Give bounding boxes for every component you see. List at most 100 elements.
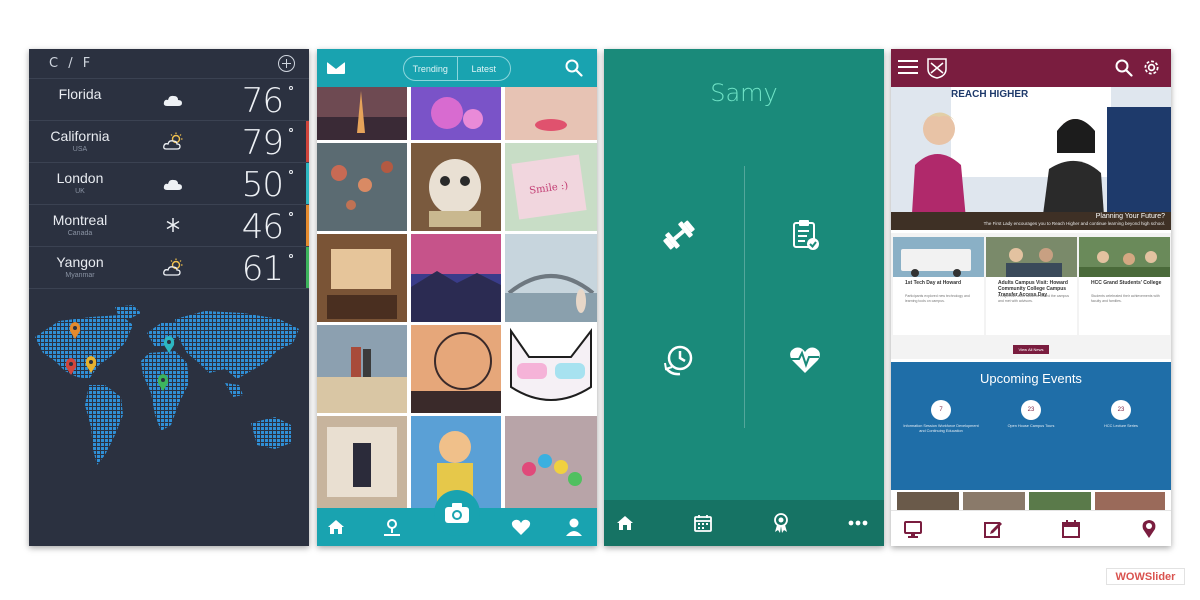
- city-name: Montreal: [52, 212, 108, 228]
- view-all-news-button[interactable]: View All News: [1013, 345, 1049, 354]
- gear-icon[interactable]: [1142, 58, 1161, 77]
- location-icon[interactable]: [1139, 519, 1159, 539]
- photo-tile[interactable]: [411, 143, 501, 231]
- gallery-topbar: Trending Latest: [317, 49, 597, 87]
- news-text: Students celebrated their achievements w…: [1091, 294, 1160, 303]
- calendar-icon[interactable]: [1061, 519, 1081, 539]
- photo-tile[interactable]: [411, 87, 501, 140]
- upcoming-events: Upcoming Events 7 Information Session Wo…: [891, 362, 1171, 525]
- news-photo: [1079, 237, 1170, 277]
- city-temperature: 79: [241, 123, 284, 163]
- city-accent-bar: [306, 163, 309, 204]
- edit-icon[interactable]: [983, 519, 1003, 539]
- calendar-icon[interactable]: [692, 512, 714, 534]
- photo-gallery-screen: Trending Latest Smile :): [317, 49, 597, 546]
- home-icon[interactable]: [325, 516, 347, 538]
- city-accent-bar: [306, 205, 309, 246]
- photo-tile[interactable]: [505, 416, 597, 508]
- tab-trending[interactable]: Trending: [404, 57, 457, 80]
- photo-tile[interactable]: [317, 143, 407, 231]
- map-pin-icon[interactable]: [163, 336, 175, 353]
- city-country: Canada: [67, 230, 93, 237]
- photo-grid: Smile :): [317, 87, 597, 508]
- photo-strip: [891, 490, 1171, 510]
- add-city-icon[interactable]: [278, 55, 295, 72]
- tab-latest[interactable]: Latest: [456, 57, 511, 80]
- city-accent-bar: [306, 121, 309, 162]
- history-clock-icon[interactable]: [661, 341, 697, 377]
- weather-app-screen: C / F Florida 76 California USA 79 London UK 50…: [29, 49, 309, 546]
- event-date: 23: [1111, 400, 1131, 420]
- news-card[interactable]: Adults Campus Visit: Howard Community Co…: [986, 237, 1077, 335]
- watermark-logo: WOWSlider: [1106, 568, 1185, 585]
- weather-cloudy-icon: [163, 95, 182, 106]
- event-text: Open House Campus Tours: [1007, 424, 1055, 428]
- city-name: California: [50, 128, 110, 144]
- clipboard-check-icon[interactable]: [787, 217, 823, 253]
- camera-button[interactable]: [434, 490, 480, 536]
- map-pin-icon[interactable]: [381, 516, 403, 538]
- news-card[interactable]: 1st Tech Day at Howard Participants expl…: [893, 237, 984, 335]
- news-card[interactable]: HCC Grand Students' College Students cel…: [1079, 237, 1170, 335]
- award-icon[interactable]: [770, 512, 792, 534]
- event-text: HCC Lecture Series: [1104, 424, 1138, 428]
- photo-tile[interactable]: [317, 325, 407, 413]
- more-icon[interactable]: [847, 512, 869, 534]
- city-row[interactable]: California USA 79: [29, 121, 309, 163]
- event-date: 7: [931, 400, 951, 420]
- search-icon[interactable]: [565, 59, 583, 77]
- photo-tile[interactable]: [505, 234, 597, 322]
- news-photo: [986, 237, 1077, 277]
- weather-snow-icon: [166, 218, 180, 232]
- degree-symbol: [289, 212, 293, 216]
- city-row[interactable]: Florida 76: [29, 79, 309, 121]
- event-text: Information Session Workforce Developmen…: [903, 424, 979, 433]
- city-row[interactable]: London UK 50: [29, 163, 309, 205]
- photo-tile[interactable]: [317, 87, 407, 140]
- unit-toggle[interactable]: C / F: [49, 56, 93, 71]
- news-carousel: 1st Tech Day at Howard Participants expl…: [891, 233, 1171, 359]
- city-name: Florida: [58, 86, 102, 102]
- city-country: USA: [72, 146, 88, 153]
- menu-icon[interactable]: [898, 59, 918, 75]
- showcase-stage: C / F Florida 76 California USA 79 London UK 50…: [0, 0, 1200, 600]
- tile-divider: [744, 166, 745, 428]
- heart-pulse-icon[interactable]: [787, 341, 823, 377]
- news-text: Prospective adult students toured the ca…: [998, 294, 1070, 303]
- news-title: HCC Grand Students' College: [1091, 280, 1162, 286]
- city-row[interactable]: Yangon Myanmar 61: [29, 247, 309, 289]
- city-temperature: 76: [241, 81, 284, 121]
- fitness-bottom-nav: [604, 500, 884, 546]
- mail-icon[interactable]: [327, 62, 345, 74]
- city-temperature: 50: [241, 165, 284, 205]
- desktop-icon[interactable]: [903, 519, 923, 539]
- dumbbell-icon[interactable]: [661, 217, 697, 253]
- degree-symbol: [289, 128, 293, 132]
- degree-symbol: [289, 86, 293, 90]
- home-icon[interactable]: [614, 512, 636, 534]
- city-name: London: [56, 170, 104, 186]
- events-title: Upcoming Events: [980, 371, 1082, 386]
- college-app-screen: REACH HIGHER Planning Your Future? The F…: [891, 49, 1171, 546]
- news-text: Participants explored new technology and…: [905, 294, 970, 303]
- hero-caption[interactable]: Planning Your Future? The First Lady enc…: [891, 212, 1171, 230]
- photo-tile[interactable]: [317, 234, 407, 322]
- photo-tile[interactable]: [317, 416, 407, 508]
- weather-partly-sunny-icon: [163, 132, 183, 150]
- fitness-app-screen: Samy: [604, 49, 884, 546]
- photo-tile[interactable]: [505, 87, 597, 140]
- photo-tile[interactable]: Smile :): [505, 143, 597, 231]
- weather-partly-sunny-icon: [163, 258, 183, 276]
- photo-tile[interactable]: [411, 234, 501, 322]
- photo-tile[interactable]: [411, 325, 501, 413]
- search-icon[interactable]: [1115, 59, 1133, 77]
- degree-symbol: [289, 170, 293, 174]
- user-icon[interactable]: [563, 516, 585, 538]
- heart-icon[interactable]: [510, 516, 532, 538]
- city-row[interactable]: Montreal Canada 46: [29, 205, 309, 247]
- hero-photo: [891, 87, 1171, 230]
- photo-tile[interactable]: [505, 325, 597, 413]
- weather-header: C / F: [29, 49, 309, 79]
- hero-caption-title: Planning Your Future?: [1095, 213, 1165, 220]
- city-country: Myanmar: [65, 272, 95, 279]
